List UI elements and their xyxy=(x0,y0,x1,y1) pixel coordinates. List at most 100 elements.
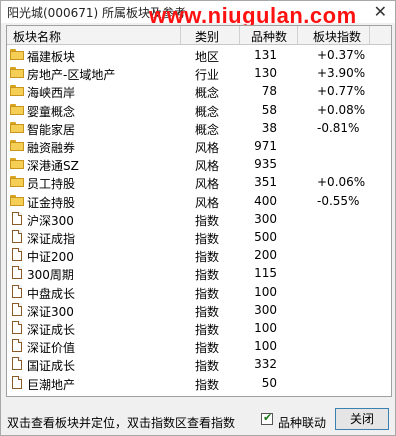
hint-text: 双击查看板块并定位，双击指数区查看指数 xyxy=(7,416,236,430)
row-index-change: -0.55% xyxy=(317,193,360,208)
close-button[interactable]: 关闭 xyxy=(335,408,389,430)
row-type: 指数 xyxy=(195,268,220,283)
table-row[interactable]: 中盘成长 指数 100 xyxy=(7,283,391,301)
row-type: 指数 xyxy=(195,250,220,265)
row-type: 风格 xyxy=(195,159,220,174)
table-row[interactable]: 婴童概念 概念 58 +0.08% xyxy=(7,101,391,119)
folder-icon xyxy=(10,158,24,170)
table-row[interactable]: 深证成长 指数 100 xyxy=(7,319,391,337)
folder-icon xyxy=(10,85,24,97)
document-icon xyxy=(12,248,22,262)
row-name: 深港通SZ xyxy=(27,159,79,174)
table-row[interactable]: 海峡西岸 概念 78 +0.77% xyxy=(7,82,391,100)
table-row[interactable]: 中证200 指数 200 xyxy=(7,246,391,264)
row-count: 300 xyxy=(254,211,277,226)
row-type: 概念 xyxy=(195,86,220,101)
row-name: 海峡西岸 xyxy=(27,86,76,101)
table-row[interactable]: 融资融券 风格 971 xyxy=(7,137,391,155)
row-name: 深证成长 xyxy=(27,323,76,337)
column-divider[interactable] xyxy=(239,26,240,44)
dialog-window: 阳光城(000671) 所属板块及参考 www.niugulan.com ✕ 板… xyxy=(0,0,396,436)
row-count: 400 xyxy=(254,193,277,208)
row-type: 风格 xyxy=(195,195,220,210)
document-icon xyxy=(12,321,22,334)
column-header-index[interactable]: 板块指数 xyxy=(313,28,361,45)
column-divider[interactable] xyxy=(180,26,181,44)
table-row[interactable]: 深港通SZ 风格 935 xyxy=(7,155,391,173)
document-icon xyxy=(12,375,22,389)
folder-icon xyxy=(10,194,24,206)
table-row[interactable]: 300周期 指数 115 xyxy=(7,264,391,282)
sync-checkbox[interactable]: ✔ xyxy=(261,411,273,425)
row-name: 沪深300 xyxy=(27,213,74,228)
column-divider[interactable] xyxy=(369,26,370,44)
row-type: 指数 xyxy=(195,304,220,319)
row-type: 指数 xyxy=(195,232,220,246)
row-count: 200 xyxy=(254,248,277,263)
folder-icon xyxy=(10,121,24,133)
window-close-icon[interactable]: ✕ xyxy=(374,2,387,21)
row-type: 指数 xyxy=(195,323,220,337)
row-count: 58 xyxy=(261,102,277,117)
document-icon xyxy=(12,357,22,371)
folder-icon xyxy=(10,176,24,188)
row-type: 指数 xyxy=(195,359,220,374)
sync-checkbox-label[interactable]: 品种联动 xyxy=(278,414,326,431)
row-count: 38 xyxy=(261,120,277,135)
folder-icon xyxy=(10,67,24,79)
row-count: 100 xyxy=(254,321,277,335)
column-header-type[interactable]: 类别 xyxy=(195,28,219,45)
document-icon xyxy=(12,302,22,316)
table-row[interactable]: 国证成长 指数 332 xyxy=(7,355,391,373)
table-row[interactable]: 房地产-区域地产 行业 130 +3.90% xyxy=(7,64,391,82)
document-icon xyxy=(12,230,22,243)
row-name: 国证成长 xyxy=(27,359,76,374)
table-row[interactable]: 巨潮地产 指数 50 xyxy=(7,374,391,392)
row-count: 50 xyxy=(261,375,277,390)
column-header-count[interactable]: 品种数 xyxy=(251,28,287,45)
folder-icon xyxy=(10,49,24,60)
row-name: 深证成指 xyxy=(27,232,76,246)
row-count: 351 xyxy=(254,175,277,190)
table-row[interactable]: 沪深300 指数 300 xyxy=(7,210,391,228)
sector-table: 板块名称 类别 品种数 板块指数 福建板块 地区 131 +0.37% 房地产-区域地产… xyxy=(6,25,392,397)
row-count: 131 xyxy=(254,48,277,62)
row-name: 房地产-区域地产 xyxy=(27,68,116,83)
row-name: 深证价值 xyxy=(27,341,76,356)
table-row[interactable]: 员工持股 风格 351 +0.06% xyxy=(7,173,391,191)
document-icon xyxy=(12,284,22,298)
row-index-change: +0.08% xyxy=(317,102,366,117)
row-type: 指数 xyxy=(195,213,220,228)
row-name: 中证200 xyxy=(27,250,74,265)
row-count: 115 xyxy=(254,266,277,281)
row-index-change: +0.77% xyxy=(317,84,366,99)
table-row[interactable]: 智能家居 概念 38 -0.81% xyxy=(7,119,391,137)
row-count: 935 xyxy=(254,157,277,172)
row-type: 风格 xyxy=(195,141,220,155)
row-name: 证金持股 xyxy=(27,195,76,210)
row-type: 指数 xyxy=(195,377,220,392)
folder-icon xyxy=(10,103,24,115)
row-name: 300周期 xyxy=(27,268,74,283)
table-row[interactable]: 证金持股 风格 400 -0.55% xyxy=(7,192,391,210)
folder-icon xyxy=(10,140,24,151)
document-icon xyxy=(12,211,22,225)
row-name: 巨潮地产 xyxy=(27,377,76,392)
table-row[interactable]: 深证成指 指数 500 xyxy=(7,228,391,246)
table-row[interactable]: 深证价值 指数 100 xyxy=(7,337,391,355)
row-index-change: +0.06% xyxy=(317,175,366,190)
column-header-name[interactable]: 板块名称 xyxy=(13,28,61,45)
row-type: 风格 xyxy=(195,177,220,192)
document-icon xyxy=(12,339,22,353)
row-count: 971 xyxy=(254,139,277,153)
table-header: 板块名称 类别 品种数 板块指数 xyxy=(7,26,391,45)
table-row[interactable]: 深证300 指数 300 xyxy=(7,301,391,319)
column-divider[interactable] xyxy=(297,26,298,44)
table-row[interactable]: 福建板块 地区 131 +0.37% xyxy=(7,46,391,64)
row-type: 行业 xyxy=(195,68,220,83)
row-count: 100 xyxy=(254,339,277,354)
row-name: 中盘成长 xyxy=(27,286,76,301)
row-index-change: +0.37% xyxy=(317,48,366,62)
title-bar[interactable]: 阳光城(000671) 所属板块及参考 www.niugulan.com ✕ xyxy=(1,1,395,28)
row-type: 指数 xyxy=(195,341,220,356)
